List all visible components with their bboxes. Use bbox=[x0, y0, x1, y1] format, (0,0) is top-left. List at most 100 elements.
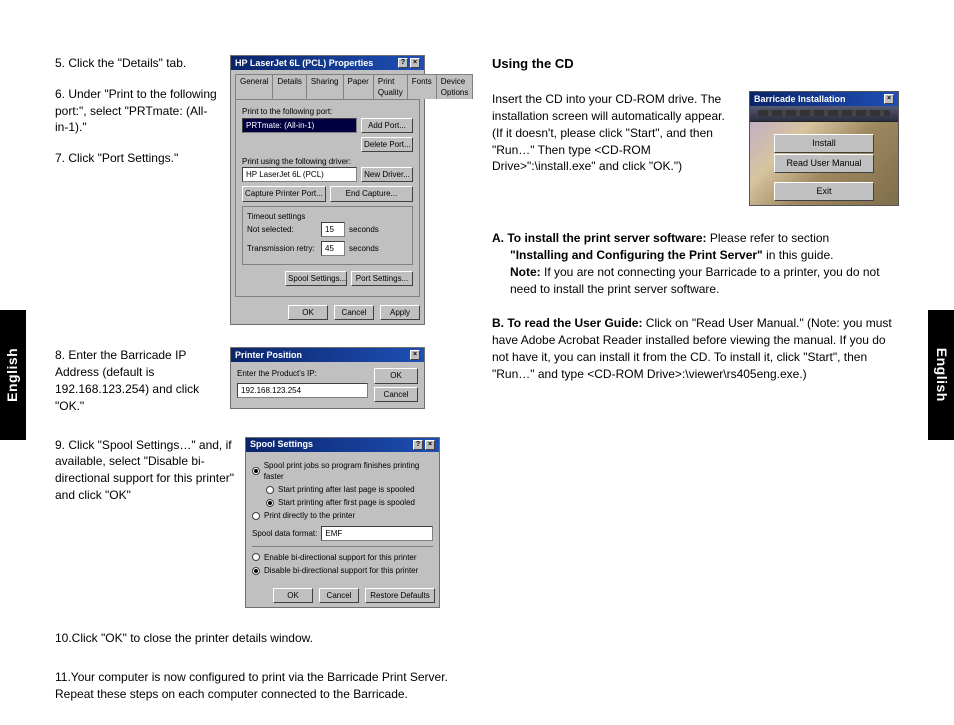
step-6: 6. Under "Print to the following port:",… bbox=[55, 86, 220, 136]
dialog1-footer: OK Cancel Apply bbox=[231, 301, 424, 324]
step-8-row: 8. Enter the Barricade IP Address (defau… bbox=[55, 347, 462, 414]
enable-bidi-radio[interactable]: Enable bi-directional support for this p… bbox=[252, 552, 433, 563]
steps-5-7-text: 5. Click the "Details" tab. 6. Under "Pr… bbox=[55, 55, 220, 167]
step-7: 7. Click "Port Settings." bbox=[55, 150, 220, 167]
port-settings-button[interactable]: Port Settings... bbox=[351, 271, 413, 286]
driver-select[interactable]: HP LaserJet 6L (PCL) bbox=[242, 167, 357, 182]
sdf-select[interactable]: EMF bbox=[321, 526, 433, 541]
page-body: 5. Click the "Details" tab. 6. Under "Pr… bbox=[55, 55, 899, 725]
exit-button[interactable]: Exit bbox=[774, 182, 874, 201]
not-selected-input[interactable]: 15 bbox=[321, 222, 345, 237]
restore-defaults-button[interactable]: Restore Defaults bbox=[365, 588, 435, 603]
language-label: English bbox=[3, 348, 23, 402]
item-b: B. To read the User Guide: Click on "Rea… bbox=[492, 315, 899, 382]
tab-print-quality[interactable]: Print Quality bbox=[373, 74, 408, 99]
end-capture-button[interactable]: End Capture... bbox=[330, 186, 413, 201]
port-label: Print to the following port: bbox=[242, 106, 413, 117]
a-note-rest: If you are not connecting your Barricade… bbox=[510, 265, 880, 296]
start-last-label: Start printing after last page is spoole… bbox=[278, 484, 415, 495]
driver-label: Print using the following driver: bbox=[242, 156, 413, 167]
dialog3-footer: OK Cancel Restore Defaults bbox=[246, 584, 439, 607]
sdf-label: Spool data format: bbox=[252, 528, 317, 539]
port-select[interactable]: PRTmate: (All-in-1) bbox=[242, 118, 357, 133]
seconds-label: seconds bbox=[349, 243, 379, 254]
installer-window: Barricade Installation × Install Read Us… bbox=[749, 91, 899, 206]
tab-sharing[interactable]: Sharing bbox=[306, 74, 344, 99]
dialog1-body: Print to the following port: PRTmate: (A… bbox=[235, 99, 420, 297]
step-8: 8. Enter the Barricade IP Address (defau… bbox=[55, 347, 220, 414]
spool-radio[interactable]: Spool print jobs so program finishes pri… bbox=[252, 460, 433, 482]
add-port-button[interactable]: Add Port... bbox=[361, 118, 413, 133]
spool-settings-dialog: Spool Settings ? × Spool print jobs so p… bbox=[245, 437, 440, 609]
right-column: Using the CD Insert the CD into your CD-… bbox=[492, 55, 899, 725]
step-10: 10.Click "OK" to close the printer detai… bbox=[55, 630, 462, 647]
delete-port-button[interactable]: Delete Port... bbox=[361, 137, 413, 152]
dialog2-title: Printer Position bbox=[235, 349, 302, 362]
not-selected-label: Not selected: bbox=[247, 224, 317, 235]
install-button[interactable]: Install bbox=[774, 134, 874, 153]
ok-button[interactable]: OK bbox=[374, 368, 418, 383]
new-driver-button[interactable]: New Driver... bbox=[361, 167, 413, 182]
close-icon[interactable]: × bbox=[884, 94, 894, 104]
disable-bidi-label: Disable bi-directional support for this … bbox=[264, 565, 418, 576]
ip-label: Enter the Product's IP: bbox=[237, 368, 368, 379]
close-icon[interactable]: × bbox=[410, 58, 420, 68]
dialog3-title: Spool Settings bbox=[250, 438, 313, 451]
a-rest1: Please refer to section bbox=[707, 231, 830, 245]
help-icon[interactable]: ? bbox=[398, 58, 408, 68]
ok-button[interactable]: OK bbox=[273, 588, 313, 603]
print-direct-radio[interactable]: Print directly to the printer bbox=[252, 510, 433, 521]
read-manual-button[interactable]: Read User Manual bbox=[774, 154, 874, 173]
close-icon[interactable]: × bbox=[425, 440, 435, 450]
apply-button[interactable]: Apply bbox=[380, 305, 420, 320]
capture-port-button[interactable]: Capture Printer Port... bbox=[242, 186, 326, 201]
tab-details[interactable]: Details bbox=[272, 74, 306, 99]
cancel-button[interactable]: Cancel bbox=[334, 305, 374, 320]
ok-button[interactable]: OK bbox=[288, 305, 328, 320]
step-9-row: 9. Click "Spool Settings…" and, if avail… bbox=[55, 437, 462, 609]
dialog1-title: HP LaserJet 6L (PCL) Properties bbox=[235, 57, 373, 70]
tab-device-options[interactable]: Device Options bbox=[436, 74, 474, 99]
step-10-row: 10.Click "OK" to close the printer detai… bbox=[55, 630, 462, 647]
step-9: 9. Click "Spool Settings…" and, if avail… bbox=[55, 437, 235, 504]
a-note: Note: bbox=[510, 265, 541, 279]
intro-block: Insert the CD into your CD-ROM drive. Th… bbox=[492, 91, 899, 206]
installer-title: Barricade Installation bbox=[754, 93, 846, 106]
dialog3-titlebar: Spool Settings ? × bbox=[246, 438, 439, 452]
print-direct-label: Print directly to the printer bbox=[264, 510, 355, 521]
close-icon[interactable]: × bbox=[410, 350, 420, 360]
transmission-label: Transmission retry: bbox=[247, 243, 317, 254]
disable-bidi-radio[interactable]: Disable bi-directional support for this … bbox=[252, 565, 433, 576]
start-first-label: Start printing after first page is spool… bbox=[278, 497, 415, 508]
dialog2-body: Enter the Product's IP: 192.168.123.254 … bbox=[231, 362, 424, 407]
transmission-input[interactable]: 45 bbox=[321, 241, 345, 256]
left-column: 5. Click the "Details" tab. 6. Under "Pr… bbox=[55, 55, 462, 725]
cancel-button[interactable]: Cancel bbox=[374, 387, 418, 402]
using-cd-heading: Using the CD bbox=[492, 55, 899, 73]
language-tab-right: English bbox=[928, 310, 954, 440]
dialog2-titlebar: Printer Position × bbox=[231, 348, 424, 362]
router-graphic bbox=[750, 106, 898, 122]
step-5: 5. Click the "Details" tab. bbox=[55, 55, 220, 72]
dialog1-tabs: General Details Sharing Paper Print Qual… bbox=[231, 70, 424, 99]
tab-general[interactable]: General bbox=[235, 74, 273, 99]
tab-fonts[interactable]: Fonts bbox=[407, 74, 437, 99]
steps-5-7-row: 5. Click the "Details" tab. 6. Under "Pr… bbox=[55, 55, 462, 325]
spool-radio-label: Spool print jobs so program finishes pri… bbox=[264, 460, 433, 482]
cancel-button[interactable]: Cancel bbox=[319, 588, 359, 603]
properties-dialog: HP LaserJet 6L (PCL) Properties ? × Gene… bbox=[230, 55, 425, 325]
step-11-row: 11.Your computer is now configured to pr… bbox=[55, 669, 462, 703]
ip-input[interactable]: 192.168.123.254 bbox=[237, 383, 368, 398]
start-last-radio[interactable]: Start printing after last page is spoole… bbox=[266, 484, 433, 495]
tab-paper[interactable]: Paper bbox=[343, 74, 374, 99]
dialog1-titlebar: HP LaserJet 6L (PCL) Properties ? × bbox=[231, 56, 424, 70]
help-icon[interactable]: ? bbox=[413, 440, 423, 450]
start-first-radio[interactable]: Start printing after first page is spool… bbox=[266, 497, 433, 508]
a-bold: "Installing and Configuring the Print Se… bbox=[510, 248, 763, 262]
language-label: English bbox=[931, 348, 951, 402]
spool-settings-button[interactable]: Spool Settings... bbox=[285, 271, 347, 286]
seconds-label: seconds bbox=[349, 224, 379, 235]
item-a: A. To install the print server software:… bbox=[492, 230, 899, 297]
installer-titlebar: Barricade Installation × bbox=[750, 92, 898, 106]
timeout-title: Timeout settings bbox=[247, 211, 408, 222]
